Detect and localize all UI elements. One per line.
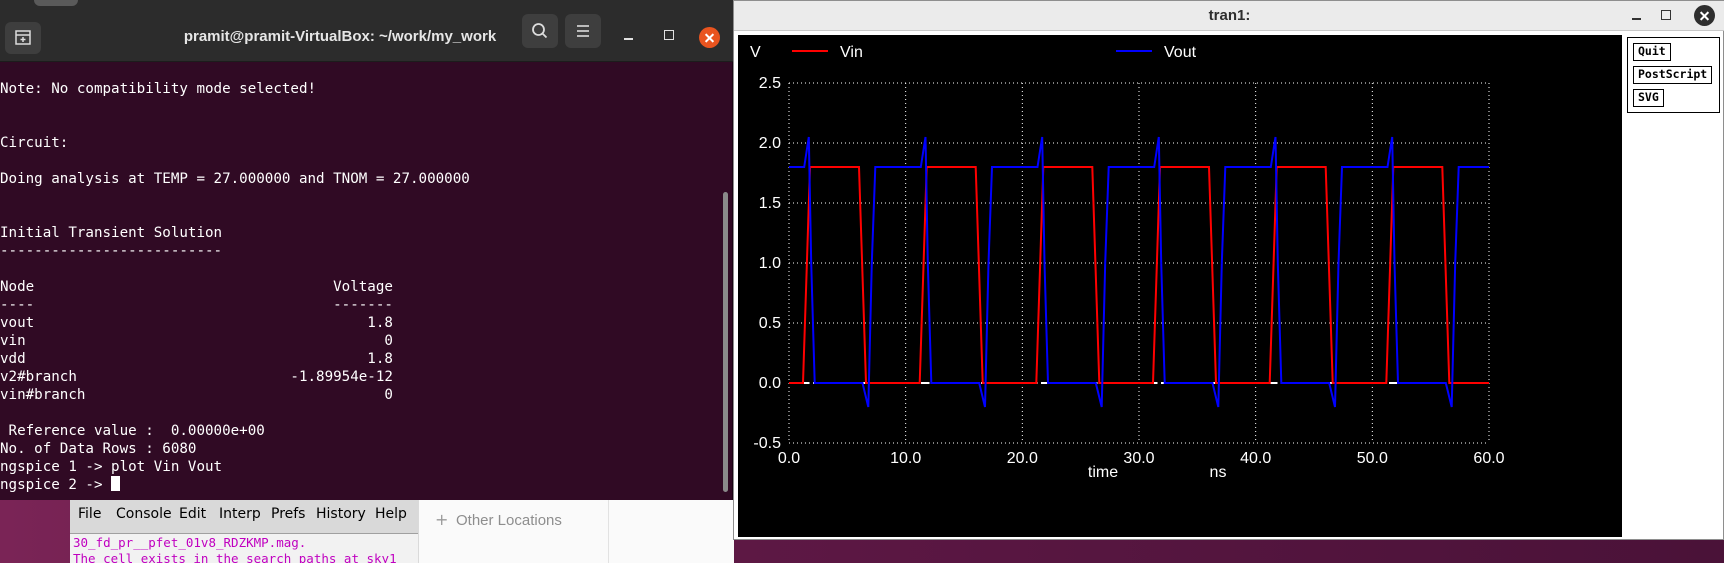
x-tick-label: 60.0 xyxy=(1473,450,1504,467)
x-tick-label: 0.0 xyxy=(778,450,800,467)
x-axis-label: time xyxy=(1088,464,1118,481)
terminal-titlebar[interactable]: pramit@pramit-VirtualBox: ~/work/my_work xyxy=(0,0,733,62)
new-tab-icon xyxy=(15,30,31,45)
y-tick-label: 1.5 xyxy=(759,195,781,212)
menu-console[interactable]: Console xyxy=(116,506,172,522)
terminal-line: Circuit: xyxy=(0,135,69,151)
terminal-tab-indicator xyxy=(34,0,78,6)
y-tick-label: 0.0 xyxy=(759,375,781,392)
terminal-scrollbar[interactable] xyxy=(723,192,728,492)
terminal-line: vout 1.8 xyxy=(0,315,393,331)
terminal-output[interactable]: Note: No compatibility mode selected! Cir… xyxy=(0,62,722,500)
tk-console-window[interactable]: File Console Edit Interp Prefs History Help 30… xyxy=(70,500,418,563)
terminal-line: ngspice 1 -> plot Vin Vout xyxy=(0,459,223,475)
terminal-line: -------------------------- xyxy=(0,243,223,259)
x-axis-unit: ns xyxy=(1210,464,1227,481)
terminal-line: vdd 1.8 xyxy=(0,351,393,367)
terminal-line: Doing analysis at TEMP = 27.000000 and T… xyxy=(0,171,470,187)
y-axis-label: V xyxy=(750,44,761,61)
add-location-icon: + xyxy=(435,510,449,529)
plot-titlebar[interactable]: tran1: xyxy=(734,1,1724,31)
y-tick-label: 1.0 xyxy=(759,255,781,272)
minimize-button[interactable] xyxy=(618,24,640,46)
terminal-line: No. of Data Rows : 6080 xyxy=(0,441,197,457)
menu-interp[interactable]: Interp xyxy=(219,506,261,522)
y-tick-label: 2.5 xyxy=(759,75,781,92)
plot-minimize-button[interactable] xyxy=(1627,5,1647,25)
hamburger-menu-icon xyxy=(577,25,589,37)
close-button[interactable] xyxy=(699,27,720,48)
search-button[interactable] xyxy=(522,14,558,48)
terminal-line: vin#branch 0 xyxy=(0,387,393,403)
legend-label-vin: Vin xyxy=(840,44,863,61)
waveform-chart: 0.0 10.0 20.0 30.0 40.0 50.0 60.0-0.50.00.51.0… xyxy=(738,35,1622,537)
menu-edit[interactable]: Edit xyxy=(179,506,206,522)
menu-help[interactable]: Help xyxy=(375,506,407,522)
x-tick-label: 30.0 xyxy=(1123,450,1154,467)
terminal-line: Note: No compatibility mode selected! xyxy=(0,81,317,97)
waveform-plot[interactable]: 0.0 10.0 20.0 30.0 40.0 50.0 60.0 -0.5 0.0 0.5 1.0… xyxy=(738,35,1622,537)
svg-button[interactable]: SVG xyxy=(1633,89,1664,107)
y-tick-label: 2.0 xyxy=(759,135,781,152)
terminal-line: Initial Transient Solution xyxy=(0,225,223,241)
x-tick-label: 10.0 xyxy=(890,450,921,467)
y-tick-label: 0.5 xyxy=(759,315,781,332)
terminal-line: vin 0 xyxy=(0,333,393,349)
terminal-line: v2#branch -1.89954e-12 xyxy=(0,369,393,385)
hamburger-menu-button[interactable] xyxy=(565,14,601,48)
terminal-window[interactable]: pramit@pramit-VirtualBox: ~/work/my_work… xyxy=(0,0,733,500)
terminal-line: ---- ------- xyxy=(0,297,393,313)
x-tick-label: 20.0 xyxy=(1007,450,1038,467)
plot-maximize-button[interactable] xyxy=(1656,5,1676,25)
quit-button[interactable]: Quit xyxy=(1633,43,1671,61)
x-tick-label: 50.0 xyxy=(1357,450,1388,467)
y-tick-label: -0.5 xyxy=(753,435,781,452)
tk-console-output[interactable]: 30_fd_pr__pfet_01v8_RDZKMP.mag. The cell… xyxy=(70,533,418,563)
menu-file[interactable]: File xyxy=(78,506,101,522)
menu-prefs[interactable]: Prefs xyxy=(271,506,305,522)
x-tick-label: 40.0 xyxy=(1240,450,1271,467)
file-manager-window[interactable]: + Other Locations xyxy=(418,500,734,563)
terminal-line: Node Voltage xyxy=(0,279,393,295)
terminal-cursor xyxy=(111,476,121,491)
terminal-prompt: ngspice 2 -> xyxy=(0,476,121,494)
postscript-button[interactable]: PostScript xyxy=(1633,66,1713,84)
maximize-button[interactable] xyxy=(658,24,680,46)
plot-window-title: tran1: xyxy=(1208,7,1251,24)
console-line: The cell exists in the search paths at s… xyxy=(73,551,397,563)
plot-button-panel: Quit PostScript SVG xyxy=(1627,37,1720,113)
pane-divider xyxy=(608,500,609,563)
console-line: 30_fd_pr__pfet_01v8_RDZKMP.mag. xyxy=(73,535,307,550)
legend-label-vout: Vout xyxy=(1164,44,1197,61)
menu-history[interactable]: History xyxy=(316,506,366,522)
tk-console-menubar: File Console Edit Interp Prefs History Help xyxy=(70,500,418,530)
other-locations-item[interactable]: Other Locations xyxy=(456,512,562,529)
terminal-line: Reference value : 0.00000e+00 xyxy=(0,423,265,439)
plot-window[interactable]: tran1: 0.0 10.0 20.0 30.0 40.0 50.0 60.0 -0.5 0.… xyxy=(733,0,1724,540)
search-icon xyxy=(532,23,548,39)
plot-close-button[interactable] xyxy=(1694,5,1715,26)
terminal-title: pramit@pramit-VirtualBox: ~/work/my_work xyxy=(183,28,497,45)
new-tab-button[interactable] xyxy=(5,22,41,54)
